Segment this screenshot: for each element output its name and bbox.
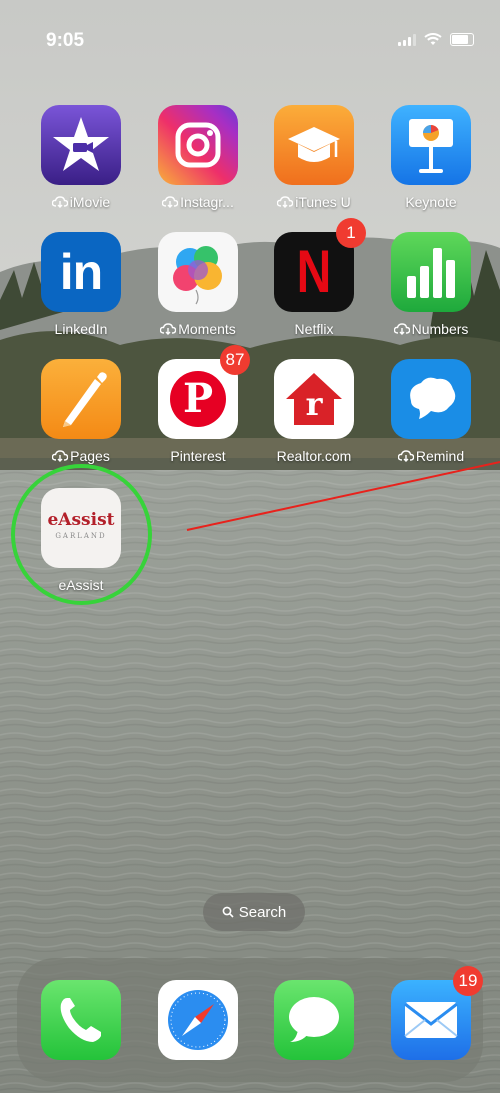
search-icon	[222, 906, 234, 918]
dock: 19	[17, 958, 483, 1082]
notification-badge: 19	[453, 966, 483, 996]
safari-icon[interactable]	[158, 980, 238, 1060]
phone-icon[interactable]	[41, 980, 121, 1060]
home-screen: 9:05 iMovie Instagr... iTunes U Keynote …	[0, 0, 500, 1093]
search-button[interactable]: Search	[203, 893, 305, 931]
search-label: Search	[238, 903, 287, 921]
mail-icon-wrap: 19	[391, 966, 483, 1060]
messages-icon[interactable]	[274, 980, 354, 1060]
